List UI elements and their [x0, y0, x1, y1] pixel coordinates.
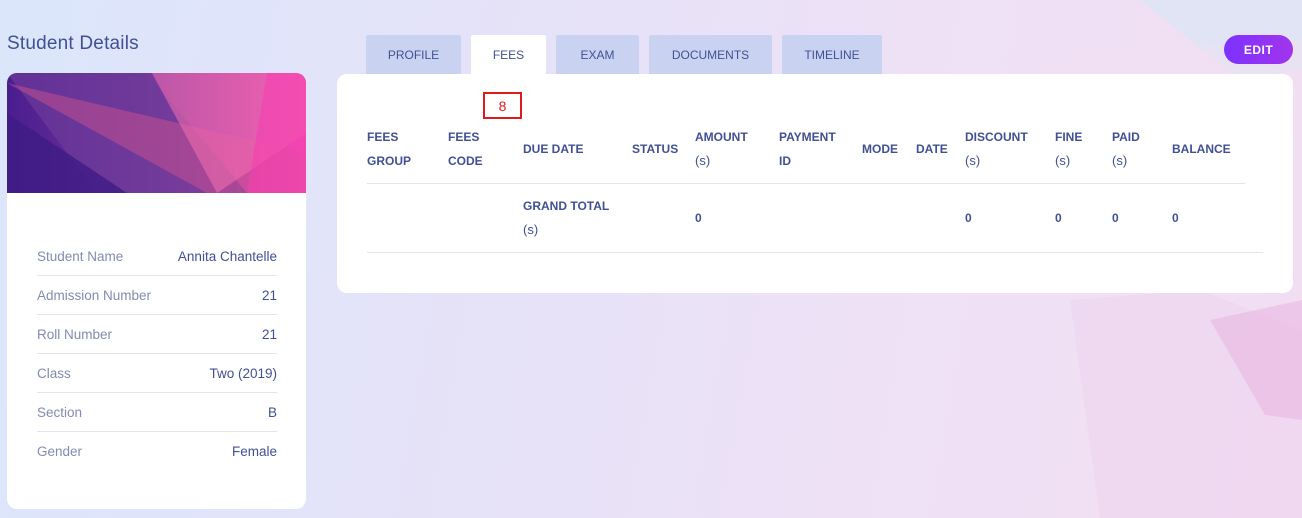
info-value: 21 [261, 326, 277, 342]
column-header-fees-code: FEES CODE [448, 125, 483, 173]
info-label: Roll Number [37, 326, 113, 342]
grand-total-paid: 0 [1112, 211, 1119, 225]
header-line: AMOUNT [695, 130, 748, 144]
edit-button[interactable]: EDIT [1224, 35, 1293, 64]
grand-total-amount: 0 [695, 211, 702, 225]
table-footer-divider [367, 252, 1263, 253]
header-line: GROUP [367, 154, 412, 168]
column-header-payment-id: PAYMENT ID [779, 125, 836, 173]
column-header-fine: FINE (s) [1055, 125, 1082, 173]
header-line: DISCOUNT [965, 130, 1028, 144]
info-row-roll-number: Roll Number 21 [37, 315, 277, 354]
info-value: 21 [261, 287, 277, 303]
info-label: Admission Number [37, 287, 152, 303]
info-label: Gender [37, 444, 83, 459]
info-row-admission-number: Admission Number 21 [37, 276, 277, 315]
page-title: Student Details [7, 33, 139, 54]
header-line: (s) [965, 153, 981, 168]
header-line: (s) [695, 153, 711, 168]
column-header-discount: DISCOUNT (s) [965, 125, 1028, 173]
annotation-marker: 8 [483, 92, 522, 119]
tab-exam[interactable]: EXAM [556, 35, 639, 74]
column-header-amount: AMOUNT (s) [695, 125, 748, 173]
student-profile-card: Student Name Annita Chantelle Admission … [7, 73, 306, 509]
tab-timeline[interactable]: TIMELINE [782, 35, 882, 74]
tab-fees[interactable]: FEES [471, 35, 546, 74]
header-line: FEES [448, 130, 480, 144]
header-line: PAYMENT [779, 130, 836, 144]
column-header-status: STATUS [632, 142, 679, 156]
column-header-fees-group: FEES GROUP [367, 125, 411, 173]
info-row-gender: Gender Female [37, 432, 277, 471]
header-line: (s) [1055, 153, 1071, 168]
tab-bar: PROFILE FEES EXAM DOCUMENTS TIMELINE [366, 35, 892, 74]
header-line: PAID [1112, 130, 1140, 144]
column-header-balance: BALANCE [1172, 142, 1231, 156]
column-header-date: DATE [916, 142, 948, 156]
header-line: CODE [448, 154, 483, 168]
column-header-due-date: DUE DATE [523, 142, 584, 156]
info-row-section: Section B [37, 393, 277, 432]
header-line: ID [779, 154, 791, 168]
grand-total-label-unit: (s) [523, 222, 539, 237]
tab-documents[interactable]: DOCUMENTS [649, 35, 772, 74]
info-value: B [267, 404, 277, 420]
info-value: Annita Chantelle [177, 248, 277, 264]
grand-total-label: GRAND TOTAL (s) [523, 194, 609, 242]
info-label: Section [37, 404, 83, 420]
tab-profile[interactable]: PROFILE [366, 35, 461, 74]
info-value: Female [231, 444, 277, 459]
grand-total-fine: 0 [1055, 211, 1062, 225]
profile-banner-image [7, 73, 306, 193]
header-line: FEES [367, 130, 399, 144]
table-header-divider [367, 183, 1245, 184]
header-line: (s) [1112, 153, 1128, 168]
grand-total-discount: 0 [965, 211, 972, 225]
info-row-student-name: Student Name Annita Chantelle [37, 237, 277, 276]
grand-total-label-line: GRAND TOTAL [523, 199, 610, 213]
info-label: Student Name [37, 248, 124, 264]
info-row-class: Class Two (2019) [37, 354, 277, 393]
info-value: Two (2019) [209, 365, 277, 381]
student-info-list: Student Name Annita Chantelle Admission … [37, 237, 277, 471]
column-header-mode: MODE [862, 142, 898, 156]
column-header-paid: PAID (s) [1112, 125, 1140, 173]
info-label: Class [37, 365, 71, 381]
header-line: FINE [1055, 130, 1083, 144]
grand-total-balance: 0 [1172, 211, 1179, 225]
